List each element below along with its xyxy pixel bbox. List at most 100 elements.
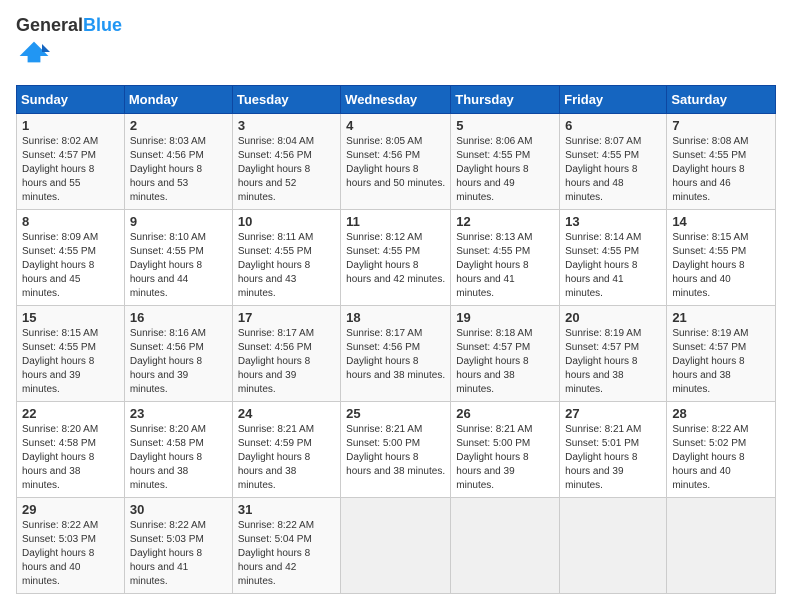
cell-info: Sunrise: 8:09 AM Sunset: 4:55 PM Dayligh…	[22, 231, 119, 301]
calendar-cell	[667, 497, 776, 593]
day-number: 16	[130, 310, 227, 325]
day-number: 17	[238, 310, 335, 325]
calendar-day-header: Thursday	[451, 85, 560, 113]
calendar-week-row: 22 Sunrise: 8:20 AM Sunset: 4:58 PM Dayl…	[17, 401, 776, 497]
day-number: 13	[565, 214, 661, 229]
calendar-week-row: 1 Sunrise: 8:02 AM Sunset: 4:57 PM Dayli…	[17, 113, 776, 209]
calendar-week-row: 29 Sunrise: 8:22 AM Sunset: 5:03 PM Dayl…	[17, 497, 776, 593]
calendar-cell: 27 Sunrise: 8:21 AM Sunset: 5:01 PM Dayl…	[560, 401, 667, 497]
calendar-cell: 11 Sunrise: 8:12 AM Sunset: 4:55 PM Dayl…	[341, 209, 451, 305]
day-number: 7	[672, 118, 770, 133]
day-number: 27	[565, 406, 661, 421]
calendar-cell	[451, 497, 560, 593]
day-number: 6	[565, 118, 661, 133]
day-number: 2	[130, 118, 227, 133]
calendar-cell: 28 Sunrise: 8:22 AM Sunset: 5:02 PM Dayl…	[667, 401, 776, 497]
cell-info: Sunrise: 8:20 AM Sunset: 4:58 PM Dayligh…	[22, 423, 119, 493]
calendar-week-row: 15 Sunrise: 8:15 AM Sunset: 4:55 PM Dayl…	[17, 305, 776, 401]
page-header: GeneralBlue	[16, 16, 776, 73]
calendar-cell: 13 Sunrise: 8:14 AM Sunset: 4:55 PM Dayl…	[560, 209, 667, 305]
calendar-cell: 20 Sunrise: 8:19 AM Sunset: 4:57 PM Dayl…	[560, 305, 667, 401]
day-number: 3	[238, 118, 335, 133]
calendar-cell: 9 Sunrise: 8:10 AM Sunset: 4:55 PM Dayli…	[124, 209, 232, 305]
day-number: 29	[22, 502, 119, 517]
day-number: 31	[238, 502, 335, 517]
calendar-day-header: Friday	[560, 85, 667, 113]
day-number: 1	[22, 118, 119, 133]
cell-info: Sunrise: 8:08 AM Sunset: 4:55 PM Dayligh…	[672, 135, 770, 205]
day-number: 20	[565, 310, 661, 325]
cell-info: Sunrise: 8:19 AM Sunset: 4:57 PM Dayligh…	[565, 327, 661, 397]
day-number: 23	[130, 406, 227, 421]
calendar-cell: 24 Sunrise: 8:21 AM Sunset: 4:59 PM Dayl…	[232, 401, 340, 497]
cell-info: Sunrise: 8:10 AM Sunset: 4:55 PM Dayligh…	[130, 231, 227, 301]
logo-text: GeneralBlue	[16, 16, 122, 36]
cell-info: Sunrise: 8:02 AM Sunset: 4:57 PM Dayligh…	[22, 135, 119, 205]
calendar-cell: 12 Sunrise: 8:13 AM Sunset: 4:55 PM Dayl…	[451, 209, 560, 305]
calendar-cell: 19 Sunrise: 8:18 AM Sunset: 4:57 PM Dayl…	[451, 305, 560, 401]
calendar-cell: 16 Sunrise: 8:16 AM Sunset: 4:56 PM Dayl…	[124, 305, 232, 401]
calendar-cell: 23 Sunrise: 8:20 AM Sunset: 4:58 PM Dayl…	[124, 401, 232, 497]
cell-info: Sunrise: 8:07 AM Sunset: 4:55 PM Dayligh…	[565, 135, 661, 205]
calendar-cell: 1 Sunrise: 8:02 AM Sunset: 4:57 PM Dayli…	[17, 113, 125, 209]
day-number: 21	[672, 310, 770, 325]
day-number: 8	[22, 214, 119, 229]
day-number: 5	[456, 118, 554, 133]
day-number: 22	[22, 406, 119, 421]
day-number: 4	[346, 118, 445, 133]
calendar-week-row: 8 Sunrise: 8:09 AM Sunset: 4:55 PM Dayli…	[17, 209, 776, 305]
calendar-table: SundayMondayTuesdayWednesdayThursdayFrid…	[16, 85, 776, 594]
cell-info: Sunrise: 8:03 AM Sunset: 4:56 PM Dayligh…	[130, 135, 227, 205]
cell-info: Sunrise: 8:14 AM Sunset: 4:55 PM Dayligh…	[565, 231, 661, 301]
cell-info: Sunrise: 8:05 AM Sunset: 4:56 PM Dayligh…	[346, 135, 445, 191]
cell-info: Sunrise: 8:20 AM Sunset: 4:58 PM Dayligh…	[130, 423, 227, 493]
calendar-cell: 21 Sunrise: 8:19 AM Sunset: 4:57 PM Dayl…	[667, 305, 776, 401]
logo: GeneralBlue	[16, 16, 122, 73]
calendar-cell: 15 Sunrise: 8:15 AM Sunset: 4:55 PM Dayl…	[17, 305, 125, 401]
cell-info: Sunrise: 8:17 AM Sunset: 4:56 PM Dayligh…	[238, 327, 335, 397]
calendar-cell: 31 Sunrise: 8:22 AM Sunset: 5:04 PM Dayl…	[232, 497, 340, 593]
calendar-cell: 5 Sunrise: 8:06 AM Sunset: 4:55 PM Dayli…	[451, 113, 560, 209]
cell-info: Sunrise: 8:13 AM Sunset: 4:55 PM Dayligh…	[456, 231, 554, 301]
day-number: 10	[238, 214, 335, 229]
cell-info: Sunrise: 8:21 AM Sunset: 5:00 PM Dayligh…	[346, 423, 445, 479]
cell-info: Sunrise: 8:22 AM Sunset: 5:02 PM Dayligh…	[672, 423, 770, 493]
cell-info: Sunrise: 8:04 AM Sunset: 4:56 PM Dayligh…	[238, 135, 335, 205]
calendar-day-header: Tuesday	[232, 85, 340, 113]
calendar-cell: 8 Sunrise: 8:09 AM Sunset: 4:55 PM Dayli…	[17, 209, 125, 305]
calendar-cell: 17 Sunrise: 8:17 AM Sunset: 4:56 PM Dayl…	[232, 305, 340, 401]
day-number: 25	[346, 406, 445, 421]
cell-info: Sunrise: 8:18 AM Sunset: 4:57 PM Dayligh…	[456, 327, 554, 397]
cell-info: Sunrise: 8:21 AM Sunset: 4:59 PM Dayligh…	[238, 423, 335, 493]
day-number: 9	[130, 214, 227, 229]
cell-info: Sunrise: 8:16 AM Sunset: 4:56 PM Dayligh…	[130, 327, 227, 397]
cell-info: Sunrise: 8:22 AM Sunset: 5:03 PM Dayligh…	[130, 519, 227, 589]
calendar-cell	[341, 497, 451, 593]
cell-info: Sunrise: 8:06 AM Sunset: 4:55 PM Dayligh…	[456, 135, 554, 205]
day-number: 24	[238, 406, 335, 421]
cell-info: Sunrise: 8:21 AM Sunset: 5:00 PM Dayligh…	[456, 423, 554, 493]
calendar-cell: 18 Sunrise: 8:17 AM Sunset: 4:56 PM Dayl…	[341, 305, 451, 401]
cell-info: Sunrise: 8:15 AM Sunset: 4:55 PM Dayligh…	[22, 327, 119, 397]
day-number: 12	[456, 214, 554, 229]
cell-info: Sunrise: 8:15 AM Sunset: 4:55 PM Dayligh…	[672, 231, 770, 301]
calendar-day-header: Saturday	[667, 85, 776, 113]
cell-info: Sunrise: 8:11 AM Sunset: 4:55 PM Dayligh…	[238, 231, 335, 301]
day-number: 11	[346, 214, 445, 229]
calendar-cell: 2 Sunrise: 8:03 AM Sunset: 4:56 PM Dayli…	[124, 113, 232, 209]
calendar-cell: 29 Sunrise: 8:22 AM Sunset: 5:03 PM Dayl…	[17, 497, 125, 593]
calendar-day-header: Sunday	[17, 85, 125, 113]
calendar-cell: 7 Sunrise: 8:08 AM Sunset: 4:55 PM Dayli…	[667, 113, 776, 209]
calendar-cell: 22 Sunrise: 8:20 AM Sunset: 4:58 PM Dayl…	[17, 401, 125, 497]
calendar-cell	[560, 497, 667, 593]
calendar-cell: 10 Sunrise: 8:11 AM Sunset: 4:55 PM Dayl…	[232, 209, 340, 305]
day-number: 18	[346, 310, 445, 325]
day-number: 15	[22, 310, 119, 325]
calendar-day-header: Monday	[124, 85, 232, 113]
day-number: 26	[456, 406, 554, 421]
calendar-cell: 26 Sunrise: 8:21 AM Sunset: 5:00 PM Dayl…	[451, 401, 560, 497]
cell-info: Sunrise: 8:12 AM Sunset: 4:55 PM Dayligh…	[346, 231, 445, 287]
calendar-cell: 4 Sunrise: 8:05 AM Sunset: 4:56 PM Dayli…	[341, 113, 451, 209]
cell-info: Sunrise: 8:17 AM Sunset: 4:56 PM Dayligh…	[346, 327, 445, 383]
calendar-cell: 30 Sunrise: 8:22 AM Sunset: 5:03 PM Dayl…	[124, 497, 232, 593]
